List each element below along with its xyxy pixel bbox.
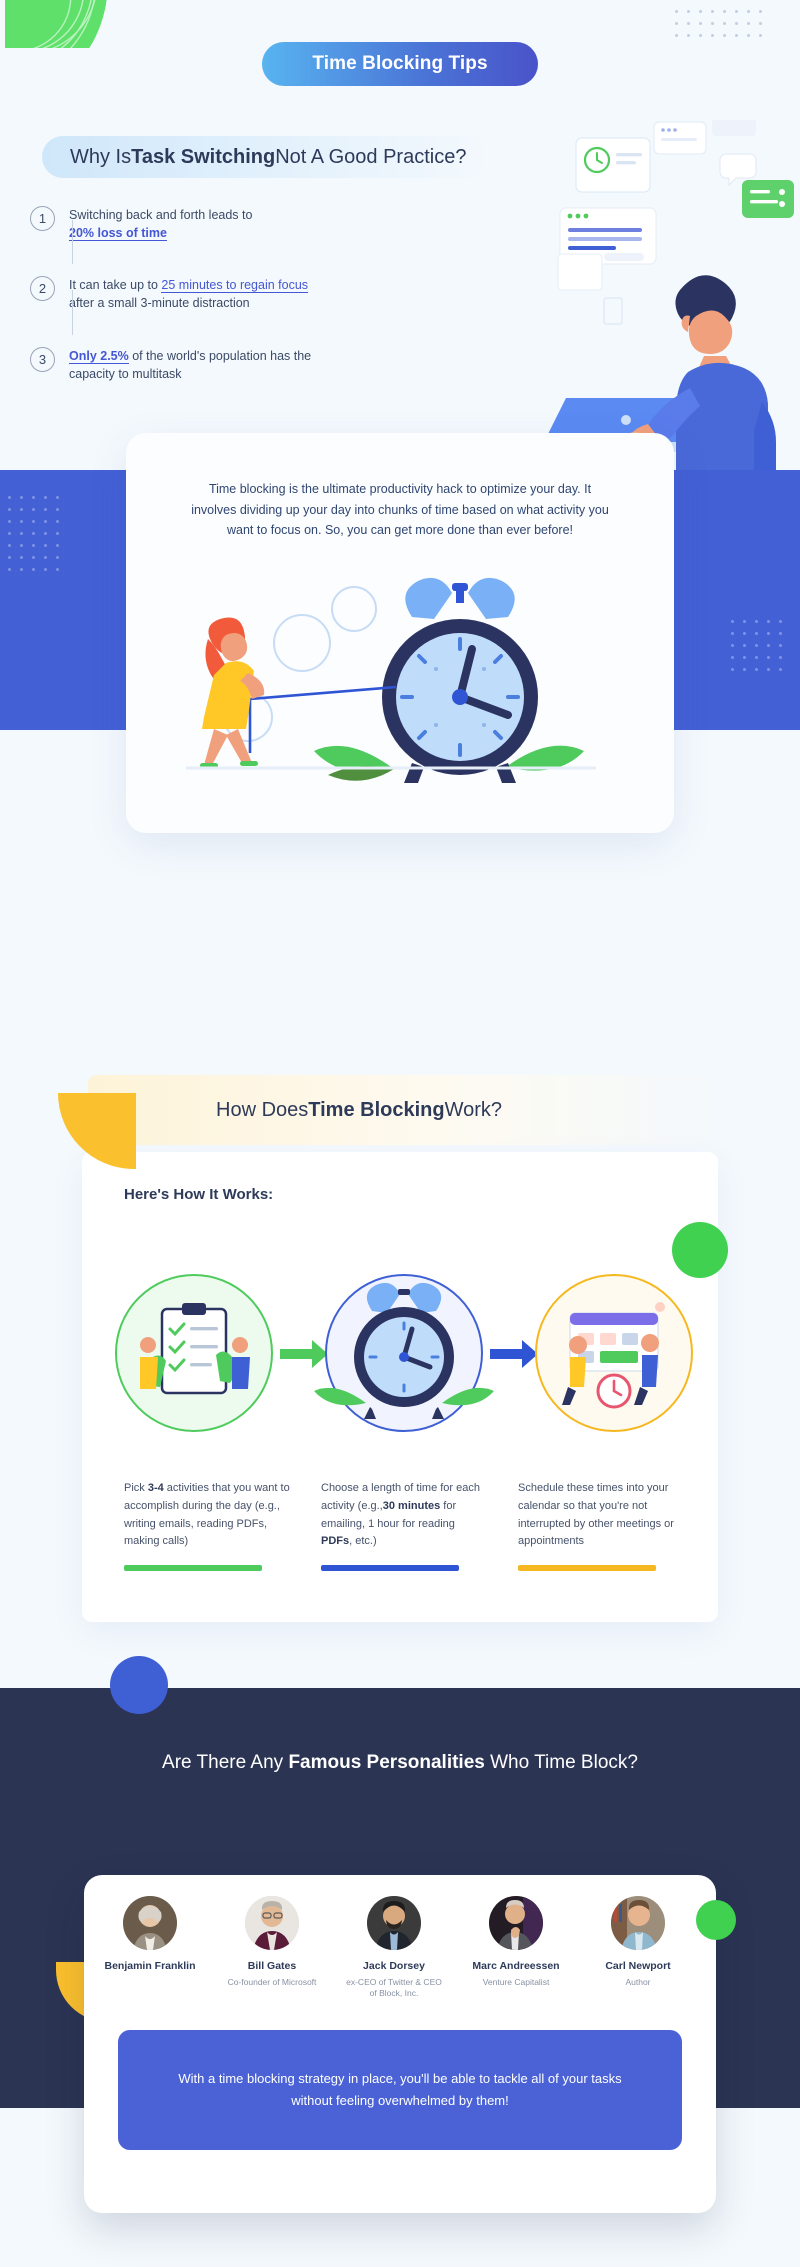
fact-connector-line: [72, 220, 73, 265]
person-name: Carl Newport: [605, 1960, 671, 1972]
yellow-blob-decoration: [58, 1093, 136, 1169]
fact-line1: Switching back and forth leads to: [69, 208, 253, 222]
person-role: Co-founder of Microsoft: [227, 1976, 317, 1987]
infographic-page: Time Blocking Tips Why Is Task Switching…: [0, 0, 800, 2267]
fact-highlight[interactable]: 20% loss of time: [69, 226, 167, 242]
step-text-bold: PDFs: [321, 1535, 350, 1548]
fact-line2: after a small 3-minute distraction: [69, 296, 250, 311]
step-text-bold: 3-4: [147, 1482, 164, 1494]
person-name: Marc Andreessen: [472, 1960, 560, 1972]
person-name: Bill Gates: [247, 1960, 297, 1972]
fact-text: It can take up to 25 minutes to regain f…: [69, 270, 309, 312]
section3-heading-pre: How Does: [216, 1098, 309, 1121]
avatar: [367, 1896, 421, 1950]
step-item: Pick 3-4 activities that you want to acc…: [124, 1480, 291, 1572]
avatar: [611, 1896, 665, 1950]
dot-grid-right: [731, 620, 782, 671]
section1-heading-post: Not A Good Practice?: [275, 145, 467, 168]
fact-text: Only 2.5% of the world's population has …: [69, 341, 330, 383]
section4-heading-post: Who Time Block?: [484, 1752, 638, 1773]
section3-heading-bold: Time Blocking: [308, 1098, 445, 1121]
section1-heading: Why Is Task Switching Not A Good Practic…: [42, 136, 493, 178]
person-role: Author: [625, 1976, 651, 1987]
section1-heading-bold: Task Switching: [131, 145, 276, 168]
hero-pill-title: Time Blocking Tips: [262, 42, 538, 86]
section4-heading-bold: Famous Personalities: [288, 1752, 485, 1773]
step-color-bar: [124, 1565, 262, 1572]
final-callout-box: With a time blocking strategy in place, …: [118, 2030, 682, 2150]
person-item: Benjamin Franklin: [100, 1896, 200, 2000]
hero-pill-label: Time Blocking Tips: [312, 53, 488, 74]
person-name: Benjamin Franklin: [104, 1960, 196, 1972]
avatar: [489, 1896, 543, 1950]
step-text: Pick 3-4 activities that you want to acc…: [124, 1480, 291, 1551]
step-text-part: Schedule these times into your calendar …: [518, 1482, 674, 1548]
step-text: Choose a length of time for each activit…: [321, 1480, 488, 1551]
blue-circle-decoration: [110, 1656, 168, 1714]
fact-highlight[interactable]: 25 minutes to regain focus: [161, 278, 309, 294]
fact-highlight[interactable]: Only 2.5%: [69, 348, 129, 364]
step-color-bar: [518, 1565, 656, 1572]
section4-heading: Are There Any Famous Personalities Who T…: [0, 1748, 800, 1778]
fact-connector-line: [72, 290, 73, 335]
fact-text: Switching back and forth leads to 20% lo…: [69, 200, 252, 242]
person-item: Bill Gates Co-founder of Microsoft: [222, 1896, 322, 2000]
person-role: Venture Capitalist: [482, 1976, 550, 1987]
step-item: Choose a length of time for each activit…: [321, 1480, 488, 1572]
fact-line1: It can take up to: [69, 278, 162, 293]
illustration-woman-pulling-clock: [126, 577, 674, 807]
people-list: Benjamin Franklin Bill Gates Co-founder …: [100, 1896, 700, 2000]
step-color-bar: [321, 1565, 459, 1572]
step-item: Schedule these times into your calendar …: [518, 1480, 685, 1572]
step-text-part: Pick: [124, 1482, 148, 1494]
fact-item: 1 Switching back and forth leads to 20% …: [30, 200, 330, 265]
green-fan-decoration: [0, 0, 130, 48]
fact-number: 2: [30, 276, 55, 302]
section1-heading-pre: Why Is: [70, 145, 132, 168]
green-circle-decoration: [672, 1222, 728, 1278]
how-it-works-subheading: Here's How It Works:: [124, 1186, 274, 1203]
avatar: [123, 1896, 177, 1950]
dot-grid-top-right: [675, 10, 762, 37]
step-text-bold: 30 minutes: [382, 1499, 441, 1512]
avatar: [245, 1896, 299, 1950]
fact-item: 3 Only 2.5% of the world's population ha…: [30, 341, 330, 383]
person-item: Carl Newport Author: [588, 1896, 688, 2000]
section3-heading: How Does Time Blocking Work?: [88, 1075, 720, 1145]
person-item: Jack Dorsey ex-CEO of Twitter & CEO of B…: [344, 1896, 444, 2000]
section-task-switching: Time Blocking Tips Why Is Task Switching…: [0, 0, 800, 470]
illustration-man-at-desk: [530, 118, 800, 470]
step-text-part: , etc.): [349, 1535, 377, 1548]
fact-list: 1 Switching back and forth leads to 20% …: [30, 200, 330, 383]
section3-heading-post: Work?: [444, 1098, 503, 1121]
productivity-card: Time blocking is the ultimate productivi…: [126, 433, 674, 833]
productivity-body-text: Time blocking is the ultimate productivi…: [191, 482, 609, 538]
illustration-three-steps: [104, 1265, 704, 1445]
fact-number: 3: [30, 346, 55, 372]
steps-list: Pick 3-4 activities that you want to acc…: [124, 1480, 704, 1572]
person-name: Jack Dorsey: [363, 1960, 425, 1972]
fact-number: 1: [30, 206, 55, 231]
section4-heading-pre: Are There Any: [162, 1752, 289, 1773]
fact-item: 2 It can take up to 25 minutes to regain…: [30, 270, 330, 335]
green-circle-decoration-2: [696, 1900, 736, 1940]
person-item: Marc Andreessen Venture Capitalist: [466, 1896, 566, 2000]
person-role: ex-CEO of Twitter & CEO of Block, Inc.: [346, 1976, 442, 1999]
final-callout-text: With a time blocking strategy in place, …: [178, 2070, 622, 2108]
step-text: Schedule these times into your calendar …: [518, 1480, 685, 1551]
